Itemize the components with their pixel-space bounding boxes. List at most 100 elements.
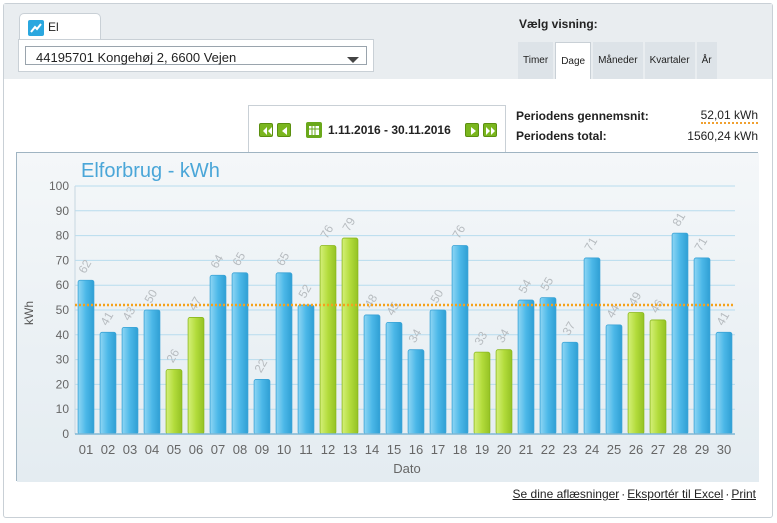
- y-axis-label: kWh: [22, 301, 36, 325]
- bar[interactable]: [363, 314, 381, 435]
- x-tick-label: 10: [277, 442, 291, 457]
- bar[interactable]: [297, 304, 315, 435]
- calendar-icon[interactable]: [306, 122, 322, 138]
- x-tick-label: 17: [431, 442, 445, 457]
- meter-select[interactable]: 44195701 Kongehøj 2, 6600 Vejen: [25, 46, 367, 65]
- x-axis-label: Dato: [393, 461, 420, 476]
- link-export-excel[interactable]: Eksportér til Excel: [627, 487, 723, 501]
- electricity-icon: [28, 20, 44, 36]
- tab-el[interactable]: El: [19, 13, 101, 40]
- bar[interactable]: [121, 326, 139, 435]
- x-tick-label: 18: [453, 442, 467, 457]
- link-print[interactable]: Print: [731, 487, 756, 501]
- last-period-icon[interactable]: [483, 123, 497, 137]
- period-range: 1.11.2016 - 30.11.2016: [328, 123, 451, 137]
- x-tick-label: 12: [321, 442, 335, 457]
- meter-select-value: 44195701 Kongehøj 2, 6600 Vejen: [36, 50, 237, 65]
- bar[interactable]: [231, 272, 249, 435]
- bar[interactable]: [495, 349, 513, 435]
- x-tick-label: 30: [717, 442, 731, 457]
- x-tick-label: 07: [211, 442, 225, 457]
- bar[interactable]: [407, 349, 425, 435]
- stat-total-label: Periodens total:: [516, 129, 607, 143]
- bar[interactable]: [165, 369, 183, 435]
- x-tick-label: 04: [145, 442, 159, 457]
- x-tick-label: 24: [585, 442, 599, 457]
- bar[interactable]: [671, 232, 689, 435]
- bar[interactable]: [187, 317, 205, 435]
- bar[interactable]: [275, 272, 293, 435]
- bar[interactable]: [385, 321, 403, 435]
- bar[interactable]: [561, 341, 579, 435]
- bar[interactable]: [627, 312, 645, 435]
- y-tick-label: 40: [56, 328, 70, 342]
- x-tick-label: 03: [123, 442, 137, 457]
- x-tick-label: 09: [255, 442, 269, 457]
- x-tick-label: 22: [541, 442, 555, 457]
- y-tick-label: 30: [56, 353, 70, 367]
- chevron-down-icon[interactable]: [346, 53, 360, 63]
- y-tick-label: 0: [62, 427, 69, 441]
- period-stats: Periodens gennemsnit: 52,01 kWh Perioden…: [516, 106, 758, 146]
- view-tab-aar[interactable]: År: [696, 42, 717, 79]
- period-navigator: 1.11.2016 - 30.11.2016: [248, 105, 506, 153]
- bar[interactable]: [693, 257, 711, 435]
- y-tick-label: 60: [56, 278, 70, 292]
- y-tick-label: 90: [56, 204, 70, 218]
- bar[interactable]: [517, 299, 535, 435]
- footer-links: Se dine aflæsninger · Eksportér til Excel ·…: [513, 487, 756, 501]
- y-tick-label: 80: [56, 229, 70, 243]
- stat-average-label: Periodens gennemsnit:: [516, 109, 649, 123]
- bar[interactable]: [253, 379, 271, 435]
- x-tick-label: 13: [343, 442, 357, 457]
- y-tick-label: 10: [56, 402, 70, 416]
- view-tab-timer[interactable]: Timer: [518, 42, 554, 79]
- x-tick-label: 25: [607, 442, 621, 457]
- stat-average-value: 52,01 kWh: [700, 108, 758, 124]
- bar[interactable]: [715, 331, 733, 435]
- y-tick-label: 70: [56, 253, 70, 267]
- link-separator: ·: [621, 487, 626, 501]
- bar[interactable]: [143, 309, 161, 435]
- x-tick-label: 14: [365, 442, 379, 457]
- bar[interactable]: [539, 297, 557, 435]
- view-label: Vælg visning:: [519, 17, 598, 31]
- link-readings[interactable]: Se dine aflæsninger: [513, 487, 620, 501]
- bar[interactable]: [605, 324, 623, 435]
- bar[interactable]: [473, 351, 491, 435]
- bar[interactable]: [649, 319, 667, 435]
- link-separator: ·: [725, 487, 730, 501]
- view-tab-maaneder[interactable]: Måneder: [593, 42, 643, 79]
- period-range-text: 1.11.2016 - 30.11.2016: [328, 123, 451, 137]
- bar[interactable]: [99, 331, 117, 435]
- chart-title: Elforbrug - kWh: [81, 160, 220, 182]
- previous-period-icon[interactable]: [277, 123, 291, 137]
- x-tick-label: 26: [629, 442, 643, 457]
- tab-el-label: El: [48, 20, 59, 34]
- x-tick-label: 27: [651, 442, 665, 457]
- x-tick-label: 05: [167, 442, 181, 457]
- bar[interactable]: [341, 237, 359, 435]
- bar[interactable]: [319, 245, 337, 435]
- x-tick-label: 06: [189, 442, 203, 457]
- stat-total: Periodens total: 1560,24 kWh: [516, 126, 758, 146]
- bar[interactable]: [209, 274, 227, 435]
- x-tick-label: 01: [79, 442, 93, 457]
- view-tab-dage[interactable]: Dage: [555, 42, 592, 79]
- x-tick-label: 28: [673, 442, 687, 457]
- bar[interactable]: [583, 257, 601, 435]
- bar[interactable]: [451, 245, 469, 435]
- meter-select-wrapper: 44195701 Kongehøj 2, 6600 Vejen: [18, 39, 374, 72]
- chart-svg: Elforbrug - kWh kWh Dato 010203040506070…: [17, 153, 759, 482]
- consumption-chart: Elforbrug - kWh kWh Dato 0 10 20 30 40 50 60 70…: [16, 152, 759, 482]
- next-period-icon[interactable]: [465, 123, 479, 137]
- x-tick-label: 16: [409, 442, 423, 457]
- x-tick-label: 02: [101, 442, 115, 457]
- bar[interactable]: [429, 309, 447, 435]
- stat-total-value: 1560,24 kWh: [687, 129, 758, 143]
- view-tab-kvartaler[interactable]: Kvartaler: [644, 42, 695, 79]
- x-tick-label: 20: [497, 442, 511, 457]
- bar[interactable]: [77, 279, 95, 435]
- x-tick-label: 29: [695, 442, 709, 457]
- first-period-icon[interactable]: [259, 123, 273, 137]
